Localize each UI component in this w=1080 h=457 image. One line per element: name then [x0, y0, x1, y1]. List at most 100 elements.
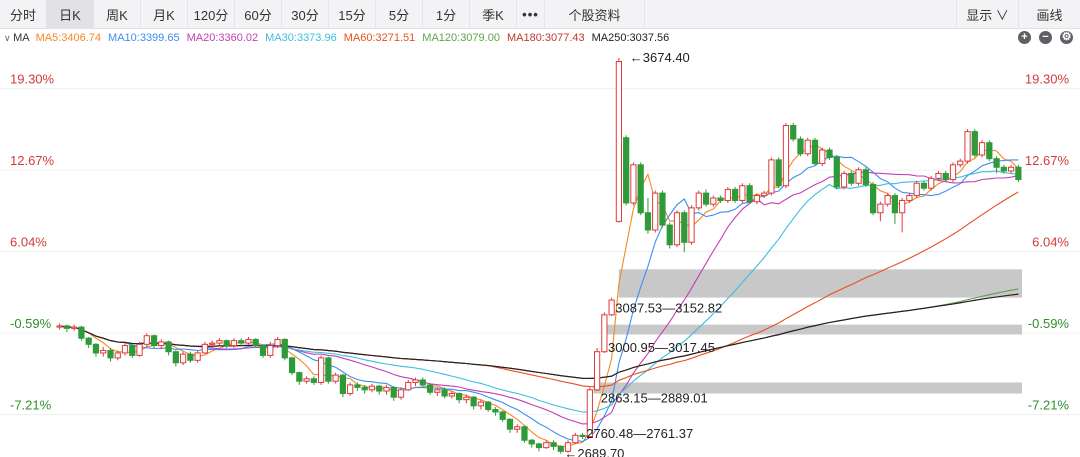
tab-10[interactable]: 季K [470, 0, 517, 29]
candle-body [419, 379, 426, 386]
candle-body [172, 351, 179, 364]
ma-value-2: MA20:3360.02 [186, 31, 259, 44]
candle-body [528, 439, 535, 445]
candle-body [303, 378, 310, 382]
candle-body [862, 169, 869, 185]
candle-body [615, 61, 623, 222]
candle-body [506, 418, 514, 430]
candle-body [158, 341, 165, 347]
candle-body [535, 443, 543, 449]
candle-body [949, 164, 957, 181]
ma-value-7: MA250:3037.56 [591, 31, 670, 44]
ma-value-0: MA5:3406.74 [35, 31, 102, 44]
candle-body [608, 299, 615, 316]
candle-body [92, 343, 100, 354]
tab-11[interactable]: ••• [517, 0, 545, 29]
ma-label[interactable]: MA [4, 32, 30, 44]
candle-body [56, 325, 63, 328]
price-annotation: ←2689.70 [564, 446, 624, 457]
tab-6[interactable]: 30分 [282, 0, 329, 29]
gap-zone [618, 269, 1022, 298]
candle-body [790, 124, 797, 140]
candle-body [1000, 166, 1007, 172]
kline-chart[interactable]: 19.30% 19.30% 12.67% 12.67% 6.04% 6.04% -0.59%… [0, 46, 1080, 457]
candle-body [920, 182, 928, 189]
candle-body [63, 325, 71, 329]
candle-body [652, 192, 659, 231]
candle-body [129, 345, 136, 356]
candle-body [100, 349, 107, 354]
candle-body [702, 192, 710, 205]
candle-body [252, 338, 259, 347]
ma-value-3: MA30:3373.96 [265, 31, 337, 44]
candle-body [899, 199, 906, 214]
price-annotation: 2863.15—2889.01 [601, 390, 708, 405]
tab-3[interactable]: 月K [141, 0, 188, 29]
candle-body [840, 172, 848, 188]
candle-body [543, 442, 550, 449]
zoom-in-icon[interactable]: + [1018, 31, 1031, 44]
candle-body [397, 389, 405, 398]
y-tick-left: 6.04% [10, 235, 47, 250]
candle-body [361, 386, 368, 391]
draw-tools-button[interactable]: 画线 [1018, 0, 1080, 29]
y-tick-left: 12.67% [10, 153, 55, 168]
display-menu[interactable]: 显示 ∨ [956, 0, 1018, 29]
candle-body [593, 351, 601, 391]
y-tick-right: -0.59% [1028, 316, 1070, 331]
tab-9[interactable]: 1分 [423, 0, 470, 29]
candle-body [557, 445, 564, 452]
candle-body [942, 172, 949, 181]
candle-body [448, 393, 455, 397]
candle-body [623, 137, 630, 204]
candle-body [165, 341, 172, 353]
candle-body [376, 385, 383, 392]
candle-body [434, 389, 441, 393]
settings-gear-icon[interactable]: ⚙ [1060, 31, 1073, 44]
tab-7[interactable]: 15分 [329, 0, 376, 29]
tab-5[interactable]: 60分 [235, 0, 282, 29]
candle-body [819, 149, 826, 165]
candle-body [869, 183, 877, 214]
candle-body [296, 372, 303, 382]
candle-body [673, 212, 681, 246]
candle-body [935, 172, 942, 179]
candle-body [332, 374, 339, 382]
candle-body [775, 159, 782, 187]
zoom-out-icon[interactable]: − [1039, 31, 1052, 44]
candle-body [637, 164, 644, 214]
candle-body [441, 389, 448, 397]
candle-body [717, 197, 724, 201]
tab-2[interactable]: 周K [94, 0, 141, 29]
candle-body [768, 159, 775, 194]
tab-12[interactable]: 个股资料 [545, 0, 645, 29]
candle-body [470, 396, 477, 407]
candle-body [317, 357, 325, 383]
candle-body [194, 352, 201, 361]
candle-body [107, 349, 114, 359]
candle-body [288, 357, 296, 374]
tab-1[interactable]: 日K [47, 0, 94, 29]
ma-value-4: MA60:3271.51 [343, 31, 416, 44]
tab-4[interactable]: 120分 [188, 0, 235, 29]
price-annotation: 2760.48—2761.37 [586, 426, 693, 441]
tab-0[interactable]: 分时 [0, 0, 47, 29]
candle-body [201, 343, 209, 354]
candle-body [550, 442, 557, 447]
tab-8[interactable]: 5分 [376, 0, 423, 29]
candle-body [267, 345, 274, 356]
candle-body [179, 353, 187, 364]
candle-body [281, 338, 288, 359]
candle-body [1007, 166, 1015, 172]
y-tick-left: -0.59% [10, 316, 52, 331]
y-tick-left: 19.30% [10, 72, 55, 87]
candle-body [499, 411, 506, 420]
candle-body [514, 426, 521, 430]
candle-body [383, 386, 390, 392]
candle-body [245, 338, 252, 344]
candle-body [724, 188, 731, 201]
y-tick-right: 6.04% [1032, 235, 1069, 250]
candle-body [644, 212, 652, 231]
candle-body [259, 345, 267, 356]
candle-body [216, 340, 223, 344]
